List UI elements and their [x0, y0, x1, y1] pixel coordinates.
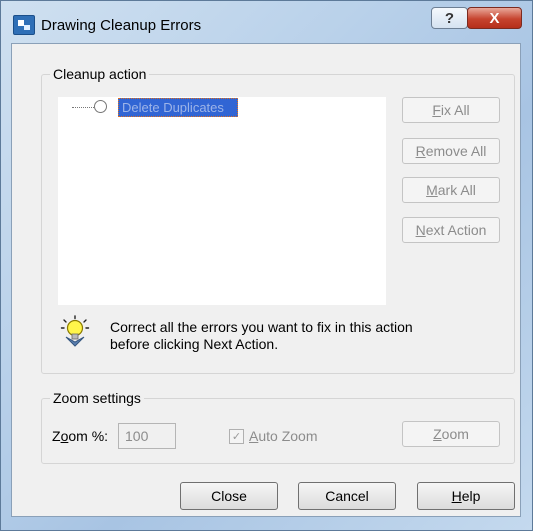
next-action-label: ext Action: [425, 222, 487, 238]
fix-all-mnemonic: F: [432, 102, 441, 118]
remove-all-label: emove All: [425, 143, 487, 159]
tree-node-selected[interactable]: Delete Duplicates: [118, 98, 238, 117]
mark-all-button[interactable]: Mark All: [402, 177, 500, 203]
auto-zoom-label: uto Zoom: [258, 428, 318, 444]
app-icon: [13, 15, 35, 35]
cancel-button[interactable]: Cancel: [298, 482, 396, 510]
zoom-percent-label: Zoom %:: [52, 428, 108, 444]
hint-line-2: before clicking Next Action.: [110, 336, 279, 352]
cleanup-action-group: Cleanup action Delete Duplicates Fix All…: [41, 66, 515, 374]
zoom-button-label: oom: [441, 426, 469, 442]
fix-all-button[interactable]: Fix All: [402, 97, 500, 123]
dialog-window: Drawing Cleanup Errors ? X Cleanup actio…: [0, 0, 533, 531]
zoom-settings-group: Zoom settings Zoom %: ✓ Auto Zoom Zoom: [41, 390, 515, 464]
hint-text: Correct all the errors you want to fix i…: [110, 319, 450, 353]
close-button[interactable]: Close: [180, 482, 278, 510]
lightbulb-icon: [60, 315, 90, 347]
remove-all-mnemonic: R: [415, 143, 426, 159]
close-title-button[interactable]: X: [467, 7, 522, 29]
zoom-button-mnemonic: Z: [433, 426, 442, 442]
checkmark-icon: ✓: [229, 428, 244, 444]
cleanup-action-label: Cleanup action: [50, 66, 150, 82]
radio-node-icon[interactable]: [94, 100, 107, 113]
hint-line-1: Correct all the errors you want to fix i…: [110, 319, 413, 335]
mark-all-label: ark All: [437, 182, 476, 198]
auto-zoom-checkbox[interactable]: ✓ Auto Zoom: [229, 428, 317, 444]
auto-zoom-mnemonic: A: [249, 428, 259, 444]
help-button[interactable]: Help: [417, 482, 515, 510]
question-icon: ?: [444, 9, 455, 27]
zoom-button[interactable]: Zoom: [402, 421, 500, 447]
remove-all-button[interactable]: Remove All: [402, 138, 500, 164]
close-icon: X: [489, 9, 500, 27]
window-title: Drawing Cleanup Errors: [41, 17, 202, 34]
fix-all-label: ix All: [440, 102, 470, 118]
zoom-label-pre: Z: [52, 428, 61, 444]
help-title-button[interactable]: ?: [431, 7, 468, 29]
close-button-label: Close: [211, 488, 247, 504]
next-action-button[interactable]: Next Action: [402, 217, 500, 243]
tree-connector: [72, 107, 94, 108]
next-action-mnemonic: N: [415, 222, 426, 238]
help-button-label: elp: [461, 488, 481, 504]
cancel-button-label: Cancel: [325, 488, 369, 504]
mark-all-mnemonic: M: [426, 182, 438, 198]
zoom-settings-label: Zoom settings: [50, 390, 144, 406]
zoom-label-post: om %:: [68, 428, 109, 444]
dialog-body: Cleanup action Delete Duplicates Fix All…: [11, 43, 521, 517]
title-bar[interactable]: Drawing Cleanup Errors ? X: [1, 1, 532, 45]
cleanup-tree[interactable]: Delete Duplicates: [58, 97, 386, 305]
zoom-percent-input[interactable]: [118, 423, 176, 449]
help-button-mnemonic: H: [451, 488, 462, 504]
